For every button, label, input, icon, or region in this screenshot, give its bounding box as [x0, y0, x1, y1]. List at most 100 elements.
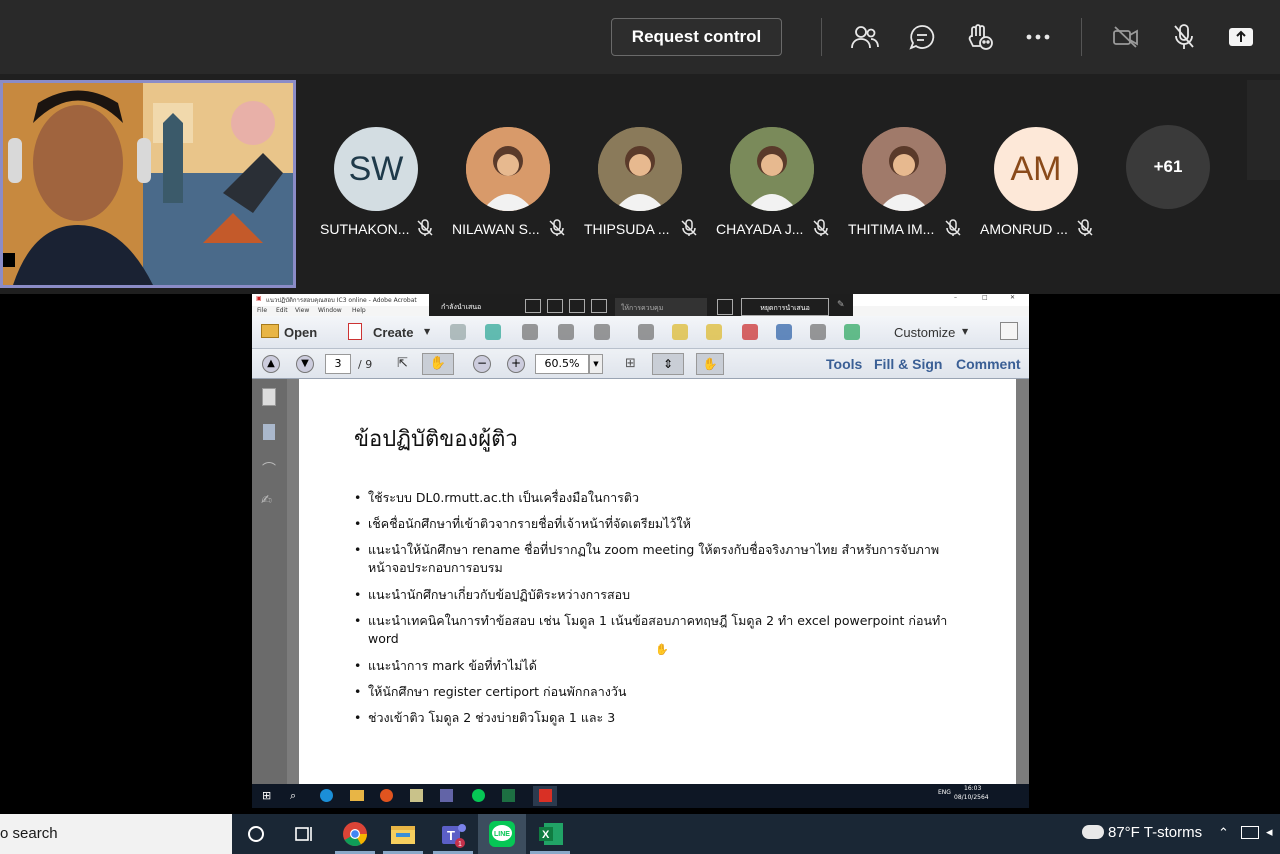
delete-icon[interactable] [742, 324, 758, 340]
hand-tool-icon[interactable]: ✋ [422, 353, 454, 375]
camera-off-icon[interactable] [1109, 20, 1143, 54]
more-icon[interactable] [1021, 20, 1055, 54]
give-control-dropdown[interactable]: ให้การควบคุม [615, 298, 707, 316]
select-cursor-icon[interactable]: ⇱ [397, 356, 408, 371]
participant-avatar[interactable] [466, 127, 550, 211]
export-icon[interactable] [844, 324, 860, 340]
menu-edit[interactable]: Edit [276, 307, 288, 314]
chat-icon[interactable] [905, 20, 939, 54]
maximize-icon[interactable]: □ [982, 294, 988, 301]
zoom-in-icon[interactable]: + [507, 355, 525, 373]
raise-hand-icon[interactable] [963, 20, 997, 54]
bullet-item: • เช็คชื่อนักศึกษาที่เข้าติวจากรายชื่อที่… [354, 515, 954, 533]
menu-view[interactable]: View [295, 307, 309, 314]
bullet-text: ใช้ระบบ DL0.rmutt.ac.th เป็นเครื่องมือใน… [368, 490, 640, 505]
mic-off-icon [944, 219, 962, 237]
mic-off-icon [548, 219, 566, 237]
fit-page-icon[interactable]: ⊞ [625, 356, 636, 371]
participant-avatar[interactable] [730, 127, 814, 211]
strip-scroll-area[interactable] [1247, 80, 1280, 180]
people-icon[interactable] [848, 20, 882, 54]
mic-off-icon[interactable] [1167, 20, 1201, 54]
speaker-icon[interactable]: ◂ [1266, 825, 1273, 840]
close-icon[interactable]: ✕ [1010, 294, 1015, 301]
acrobat-logo-icon: ▣ [256, 295, 262, 302]
comment-icon[interactable] [672, 324, 688, 340]
menu-help[interactable]: Help [352, 307, 366, 314]
pages-icon[interactable] [776, 324, 792, 340]
stop-sharing-button[interactable]: หยุดการนำเสนอ [741, 298, 829, 316]
weather-widget[interactable]: 87°F T-storms [1082, 824, 1202, 841]
open-button[interactable]: Open [284, 325, 317, 340]
taskbar-search-box[interactable]: o search [0, 814, 232, 854]
share-view-icon[interactable] [525, 299, 541, 313]
line-app-icon[interactable]: LINE [488, 820, 516, 848]
share-view-icon[interactable] [547, 299, 563, 313]
presenter-video[interactable] [0, 80, 296, 288]
zoom-level-input[interactable]: 60.5% [535, 354, 589, 374]
share-screen-icon[interactable] [717, 299, 733, 315]
page-number-input[interactable]: 3 [325, 354, 351, 374]
participant-avatar[interactable] [598, 127, 682, 211]
chevron-down-icon[interactable]: ▼ [962, 327, 968, 336]
chrome-icon[interactable] [341, 820, 369, 848]
teams-taskbar-icon[interactable]: T1 [440, 820, 468, 848]
pin-icon[interactable]: ✎ [837, 300, 845, 310]
zoom-out-icon[interactable]: − [473, 355, 491, 373]
clock-date: 08/10/2564 [954, 794, 989, 801]
chevron-down-icon[interactable]: ▼ [589, 354, 603, 374]
create-button[interactable]: Create [373, 325, 413, 340]
save-icon[interactable] [450, 324, 466, 340]
display-icon[interactable] [1241, 826, 1259, 839]
request-control-button[interactable]: Request control [611, 18, 782, 56]
participant-avatar[interactable]: AM [994, 127, 1078, 211]
expand-icon[interactable] [1000, 322, 1018, 340]
acrobat-icon [539, 789, 552, 802]
more-participants-count[interactable]: +61 [1126, 125, 1210, 209]
page-thumbnails-icon[interactable] [262, 388, 276, 406]
fill-sign-pane-button[interactable]: Fill & Sign [874, 356, 942, 372]
share-view-icon[interactable] [591, 299, 607, 313]
chevron-down-icon[interactable]: ▼ [424, 327, 430, 336]
navigation-pane: ⌒ ✍ [252, 379, 287, 784]
task-view-icon[interactable] [290, 820, 318, 848]
share-status-label: กำลังนำเสนอ [441, 303, 482, 311]
settings-icon[interactable] [638, 324, 654, 340]
extract-icon[interactable] [810, 324, 826, 340]
highlight-icon[interactable] [706, 324, 722, 340]
folder-icon [261, 324, 279, 338]
read-mode-icon[interactable]: ✋ [696, 353, 724, 375]
bullet-text: แนะนำเทคนิคในการทำข้อสอบ เช่น โมดูล 1 เน… [368, 613, 948, 646]
page-total: / 9 [358, 358, 373, 371]
bookmarks-icon[interactable] [263, 424, 275, 440]
bullet-item: • ช่วงเข้าติว โมดูล 2 ช่วงบ่ายติวโมดูล 1 … [354, 709, 954, 727]
edit-icon[interactable] [558, 324, 574, 340]
vertical-scrollbar[interactable] [1016, 379, 1029, 784]
svg-text:LINE: LINE [494, 831, 510, 838]
menu-file[interactable]: File [257, 307, 267, 314]
bullet-item: • ใช้ระบบ DL0.rmutt.ac.th เป็นเครื่องมือใ… [354, 489, 954, 507]
email-icon[interactable] [594, 324, 610, 340]
share-icon[interactable] [1224, 20, 1258, 54]
attachments-icon[interactable]: ⌒ [262, 459, 276, 479]
tools-pane-button[interactable]: Tools [826, 356, 862, 372]
excel-taskbar-icon[interactable]: X [537, 820, 565, 848]
upload-icon[interactable] [485, 324, 501, 340]
participant-avatar[interactable] [862, 127, 946, 211]
scroll-mode-icon[interactable]: ⇕ [652, 353, 684, 375]
previous-page-icon[interactable]: ▲ [262, 355, 280, 373]
search-icon: ⌕ [290, 789, 297, 802]
signatures-icon[interactable]: ✍ [261, 493, 272, 508]
mic-off-icon [680, 219, 698, 237]
comment-pane-button[interactable]: Comment [956, 356, 1021, 372]
chevron-up-icon[interactable]: ⌃ [1218, 826, 1229, 841]
menu-window[interactable]: Window [318, 307, 342, 314]
share-view-icon[interactable] [569, 299, 585, 313]
participant-avatar[interactable]: SW [334, 127, 418, 211]
customize-button[interactable]: Customize [894, 325, 955, 340]
next-page-icon[interactable]: ▼ [296, 355, 314, 373]
print-icon[interactable] [522, 324, 538, 340]
cortana-icon[interactable] [242, 820, 270, 848]
file-explorer-icon[interactable] [389, 820, 417, 848]
minimize-icon[interactable]: – [954, 294, 957, 301]
